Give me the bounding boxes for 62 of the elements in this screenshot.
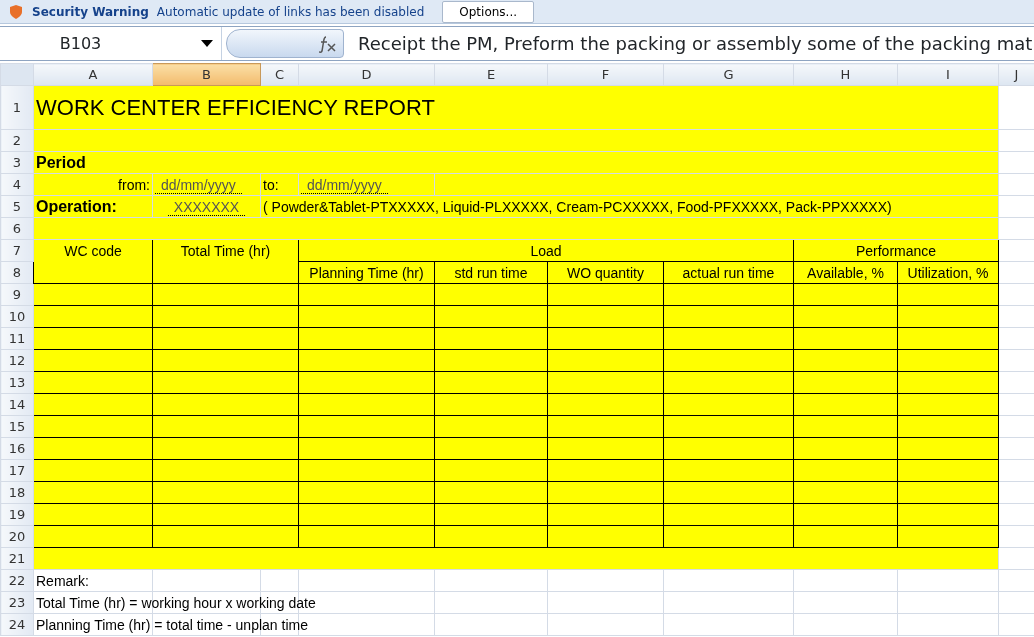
column-header[interactable]: A [33, 63, 153, 86]
to-label: to: [263, 176, 279, 193]
row-header[interactable]: 6 [0, 217, 34, 240]
warning-title: Security Warning [32, 3, 149, 21]
remark-text: Remark: [36, 572, 89, 589]
column-header[interactable]: B [152, 63, 261, 86]
row-header[interactable]: 7 [0, 239, 34, 262]
row-header[interactable]: 11 [0, 327, 34, 350]
column-header[interactable]: E [434, 63, 548, 86]
remark-text: Total Time (hr) = working hour x working date [36, 594, 316, 611]
row-header[interactable]: 15 [0, 415, 34, 438]
row-header[interactable]: 1 [0, 85, 34, 130]
row-header[interactable]: 21 [0, 547, 34, 570]
row-header[interactable]: 3 [0, 151, 34, 174]
report-title: WORK CENTER EFFICIENCY REPORT [36, 94, 435, 120]
column-heading: Total Time (hr) [180, 243, 271, 259]
column-heading: WC code [64, 243, 122, 259]
row-header[interactable]: 8 [0, 261, 34, 284]
group-heading: Load [530, 242, 562, 259]
row-header[interactable]: 13 [0, 371, 34, 394]
column-heading: actual run time [682, 264, 775, 281]
row-header[interactable]: 17 [0, 459, 34, 482]
row-header[interactable]: 14 [0, 393, 34, 416]
column-heading: Planning Time (hr) [309, 264, 424, 281]
column-heading: WO quantity [567, 264, 644, 281]
column-heading: std run time [454, 264, 528, 281]
function-icon[interactable] [317, 34, 337, 53]
from-label: from: [118, 176, 150, 193]
row-header[interactable]: 19 [0, 503, 34, 526]
operation-label: Operation: [36, 197, 117, 215]
row-header[interactable]: 4 [0, 173, 34, 196]
column-header[interactable]: D [298, 63, 435, 86]
shield-icon [8, 3, 24, 20]
row-header[interactable]: 12 [0, 349, 34, 372]
row-header[interactable]: 10 [0, 305, 34, 328]
warning-message: Automatic update of links has been disabled [156, 3, 425, 21]
column-header[interactable]: H [793, 63, 898, 86]
group-heading: Performance [855, 242, 937, 259]
operation-note: ( Powder&Tablet-PTXXXXX, Liquid-PLXXXXX, Cream-PCXXXXX, Food-PFXXXXX, Pack-PPXXXXX) [263, 198, 892, 215]
row-header[interactable]: 5 [0, 195, 34, 218]
column-header[interactable]: C [260, 63, 299, 86]
period-label: Period [36, 153, 86, 171]
column-header[interactable]: F [547, 63, 664, 86]
column-header[interactable]: I [897, 63, 999, 86]
column-heading: Utilization, % [907, 264, 989, 281]
name-box[interactable]: B103 [0, 27, 222, 60]
column-heading: Available, % [807, 264, 884, 281]
row-header[interactable]: 20 [0, 525, 34, 548]
row-header[interactable]: 24 [0, 613, 34, 636]
row-header[interactable]: 2 [0, 129, 34, 152]
insert-function-button[interactable] [226, 29, 344, 58]
options-button[interactable]: Options... [442, 0, 535, 23]
column-header[interactable]: G [663, 63, 794, 86]
row-header[interactable]: 23 [0, 591, 34, 614]
row-header[interactable]: 18 [0, 481, 34, 504]
formula-field[interactable]: Receipt the PM, Preform the packing or assembly some of the packing mat [348, 30, 1033, 57]
remark-text: Planning Time (hr) = total time - unplan time [36, 616, 308, 633]
row-header[interactable]: 16 [0, 437, 34, 460]
column-header[interactable]: J [998, 63, 1034, 86]
dropdown-caret-icon[interactable] [201, 39, 213, 48]
row-header[interactable]: 9 [0, 283, 34, 306]
row-header[interactable]: 22 [0, 569, 34, 592]
